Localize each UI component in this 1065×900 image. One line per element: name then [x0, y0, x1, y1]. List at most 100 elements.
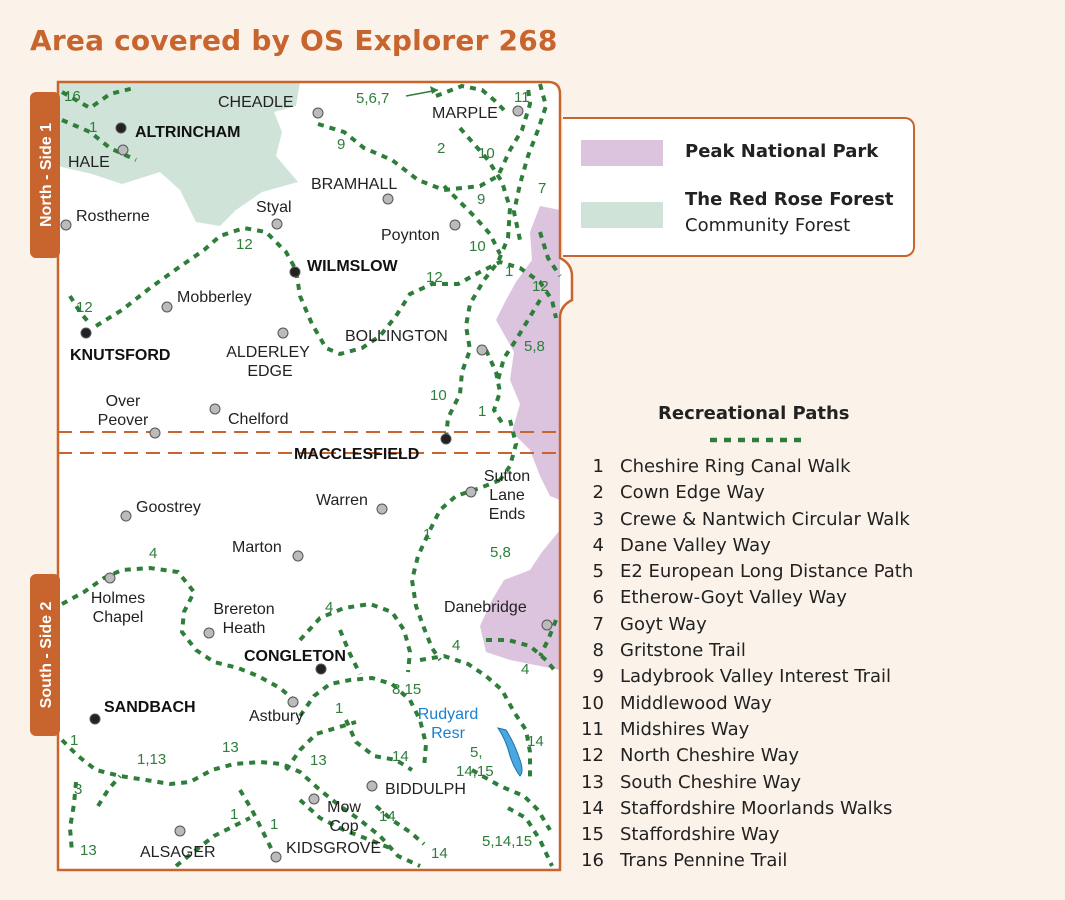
peak-park-legend-label: Peak National Park [685, 141, 879, 162]
path-label: 8,15 [392, 681, 421, 698]
path-number: 9 [592, 666, 604, 688]
path-label: 3 [74, 781, 82, 798]
path-label: 9 [337, 136, 345, 153]
path-list-item: 4 Dane Valley Way [580, 535, 913, 561]
place-sutton-1: Sutton [484, 468, 530, 485]
path-list-item: 14 Staffordshire Moorlands Walks [580, 798, 913, 824]
place-holmes-chapel-2: Chapel [93, 609, 144, 626]
path-label: 1 [478, 403, 486, 420]
path-number: 15 [581, 824, 604, 846]
path-label: 7 [538, 180, 546, 197]
path-number: 5 [592, 561, 604, 583]
path-label: 13 [80, 842, 97, 859]
path-name: Crewe & Nantwich Circular Walk [620, 508, 910, 530]
area-legend: Peak National Park The Red Rose Forest C… [563, 117, 915, 257]
place-holmes-chapel-1: Holmes [91, 590, 145, 607]
path-label: 12 [236, 236, 253, 253]
place-sandbach: SANDBACH [104, 699, 196, 716]
place-over-peover-1: Over [106, 393, 141, 410]
path-label: 14 [431, 845, 448, 862]
path-number: 12 [581, 745, 604, 767]
path-label: 9 [477, 191, 485, 208]
path-number: 14 [581, 797, 604, 819]
path-label: 13 [222, 739, 239, 756]
path-label: 4 [521, 661, 529, 678]
path-label: 4 [452, 637, 460, 654]
place-sutton-3: Ends [489, 506, 525, 523]
path-list-item: 13 South Cheshire Way [580, 772, 913, 798]
path-label: 5, [470, 744, 483, 761]
path-label: 5,8 [490, 544, 511, 561]
place-macclesfield: MACCLESFIELD [294, 446, 419, 463]
path-name: Middlewood Way [620, 692, 772, 714]
recreational-paths-title: Recreational Paths [658, 403, 850, 424]
path-label: 16 [64, 88, 81, 105]
path-number: 2 [592, 482, 604, 504]
path-number: 11 [581, 718, 604, 740]
path-label: 1 [230, 806, 238, 823]
place-brereton-1: Brereton [213, 601, 274, 618]
path-name: Cheshire Ring Canal Walk [620, 456, 851, 477]
path-label: 14,15 [456, 763, 494, 780]
path-list-item: 5 E2 European Long Distance Path [580, 561, 914, 587]
path-name: Staffordshire Moorlands Walks [620, 797, 893, 819]
red-rose-swatch [581, 202, 663, 228]
path-number: 6 [592, 587, 604, 609]
place-biddulph: BIDDULPH [385, 781, 466, 798]
path-name: Cown Edge Way [620, 482, 765, 504]
path-number: 3 [592, 508, 604, 530]
place-knutsford: KNUTSFORD [70, 347, 170, 364]
path-label: 1 [70, 732, 78, 749]
path-label: 14 [527, 733, 544, 750]
place-rudyard-1: Rudyard [418, 706, 478, 723]
red-rose-legend-title: The Red Rose Forest [685, 189, 894, 210]
path-label: 1 [89, 119, 97, 136]
path-list-item: 11 Midshires Way [580, 719, 913, 745]
path-name: North Cheshire Way [620, 745, 800, 767]
path-label: 5,8 [524, 338, 545, 355]
place-alderley-edge-2: EDGE [247, 363, 292, 380]
path-name: Etherow-Goyt Valley Way [620, 587, 847, 609]
path-name: South Cheshire Way [620, 771, 802, 793]
path-list-item: 3 Crewe & Nantwich Circular Walk [580, 509, 913, 535]
path-name: Staffordshire Way [620, 824, 780, 846]
path-label: 13 [310, 752, 327, 769]
path-number: 16 [581, 850, 604, 872]
place-wilmslow: WILMSLOW [307, 258, 399, 275]
path-label: 1,13 [137, 751, 166, 768]
path-list-item: 8 Gritstone Trail [580, 640, 913, 666]
path-label: 14 [392, 748, 409, 765]
path-label: 2 [437, 140, 445, 157]
path-symbol [710, 437, 804, 443]
path-label: 1 [270, 816, 278, 833]
place-styal: Styal [256, 199, 292, 216]
path-label: 10 [430, 387, 447, 404]
place-mow-cop-1: Mow [327, 799, 361, 816]
place-bollington: BOLLINGTON [345, 328, 448, 345]
path-list-item: 12 North Cheshire Way [580, 745, 913, 771]
path-label: 12 [426, 269, 443, 286]
path-name: Trans Pennine Trail [620, 850, 788, 872]
place-astbury: Astbury [249, 708, 303, 725]
path-label: 5,6,7 [356, 90, 389, 107]
place-congleton: CONGLETON [244, 648, 346, 665]
path-name: Midshires Way [620, 718, 750, 740]
path-label: 10 [478, 145, 495, 162]
path-number: 13 [581, 771, 604, 793]
place-rostherne: Rostherne [76, 208, 150, 225]
path-label: 1 [505, 263, 513, 280]
place-kidsgrove: KIDSGROVE [286, 840, 381, 857]
path-list-item: 6 Etherow-Goyt Valley Way [580, 587, 913, 613]
path-label: 10 [469, 238, 486, 255]
place-danebridge: Danebridge [444, 599, 527, 616]
south-side-label: South - Side 2 [38, 602, 55, 709]
path-label: 11 [514, 89, 530, 106]
path-list-item: 15 Staffordshire Way [580, 824, 913, 850]
path-number: 7 [592, 613, 604, 635]
peak-park-swatch [581, 140, 663, 166]
path-name: Dane Valley Way [620, 534, 771, 556]
recreational-paths-list: 1 Cheshire Ring Canal Walk 2 Cown Edge Way 3… [580, 456, 913, 877]
path-name: Goyt Way [620, 613, 707, 635]
place-poynton: Poynton [381, 227, 440, 244]
place-cheadle: CHEADLE [218, 94, 294, 111]
